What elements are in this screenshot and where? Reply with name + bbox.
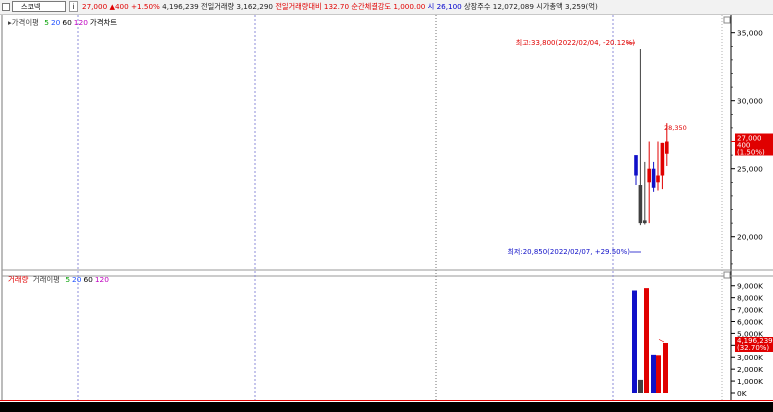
legend-vol-ma120: 120	[95, 275, 109, 284]
candle-body	[638, 185, 643, 224]
panel-icons	[723, 16, 731, 279]
volume-bar	[663, 342, 668, 393]
bottom-scrollbar[interactable]	[0, 402, 773, 412]
legend-vol-ma20: 20	[72, 275, 82, 284]
candle-body	[656, 175, 660, 183]
high-annotation: 최고:33,800(2022/02/04, -20.12%)	[516, 38, 635, 47]
candles	[634, 49, 669, 226]
volume-bar	[651, 354, 656, 393]
legend-ma5: 5	[44, 18, 49, 27]
volume-tick-label: 2,000K	[737, 365, 763, 374]
volume-legend[interactable]: 거래량 거래이평 5 20 60 120	[8, 275, 109, 284]
legend-vol-ma-label: 거래이평	[33, 275, 60, 284]
price-tick-label: 25,000	[737, 165, 763, 174]
legend-price-chart: 가격차트	[90, 18, 117, 27]
chart-canvas[interactable]: ▸가격이평 5 20 60 120 가격차트 거래량 거래이평 5 20 60 120 35,…	[0, 0, 773, 412]
legend-ma20: 20	[51, 18, 61, 27]
volume-bar	[644, 288, 649, 393]
legend-ma60: 60	[62, 18, 72, 27]
grid-lines	[1, 15, 773, 400]
legend-vol-ma5: 5	[65, 275, 70, 284]
candle-body	[647, 168, 651, 183]
candle-body	[651, 168, 656, 188]
annotations: 최고:33,800(2022/02/04, -20.12%) 최저:20,850…	[507, 38, 686, 256]
price-tick-label: 30,000	[737, 97, 763, 106]
maximize-icon[interactable]	[723, 271, 731, 279]
candle-body	[643, 220, 647, 224]
last-high-label: 28,350	[664, 124, 687, 132]
legend-ma120: 120	[74, 18, 88, 27]
volume-bar	[638, 379, 643, 393]
current-volume-box: 4,196,239 (32.70%)	[735, 336, 773, 352]
volume-bar	[632, 290, 637, 393]
volume-bar	[656, 355, 661, 393]
volume-tick-label: 3,000K	[737, 353, 763, 362]
volume-tick-label: 8,000K	[737, 294, 763, 303]
legend-vol-ma60: 60	[83, 275, 93, 284]
legend-ma-label: 가격이평	[12, 18, 39, 27]
volume-tick-label: 9,000K	[737, 282, 763, 291]
volume-tick-label: 0K	[737, 389, 747, 398]
volume-tick-label: 1,000K	[737, 377, 763, 386]
current-price-box: 27,000 400 (1.50%)	[735, 133, 773, 157]
volume-bars	[632, 288, 668, 393]
price-tick-label: 20,000	[737, 233, 763, 242]
maximize-icon[interactable]	[723, 16, 731, 24]
candle-body	[660, 142, 665, 176]
candle-body	[665, 141, 669, 154]
candle-body	[634, 155, 638, 176]
baseline-red	[0, 400, 773, 401]
volume-tick-label: 6,000K	[737, 317, 763, 326]
low-annotation: 최저:20,850(2022/02/07, +29.50%)	[507, 247, 630, 256]
current-volume-pct-label: (32.70%)	[737, 344, 769, 352]
legend-volume: 거래량	[8, 275, 29, 284]
volume-tick-label: 7,000K	[737, 306, 763, 315]
chart-window: 스코넥 i 27,000 ▲400 +1.50% 4,196,239 전일거래량…	[0, 0, 773, 412]
current-pct-label: (1.50%)	[737, 149, 765, 157]
price-tick-label: 35,000	[737, 29, 763, 38]
price-legend[interactable]: ▸가격이평 5 20 60 120 가격차트	[8, 18, 117, 27]
